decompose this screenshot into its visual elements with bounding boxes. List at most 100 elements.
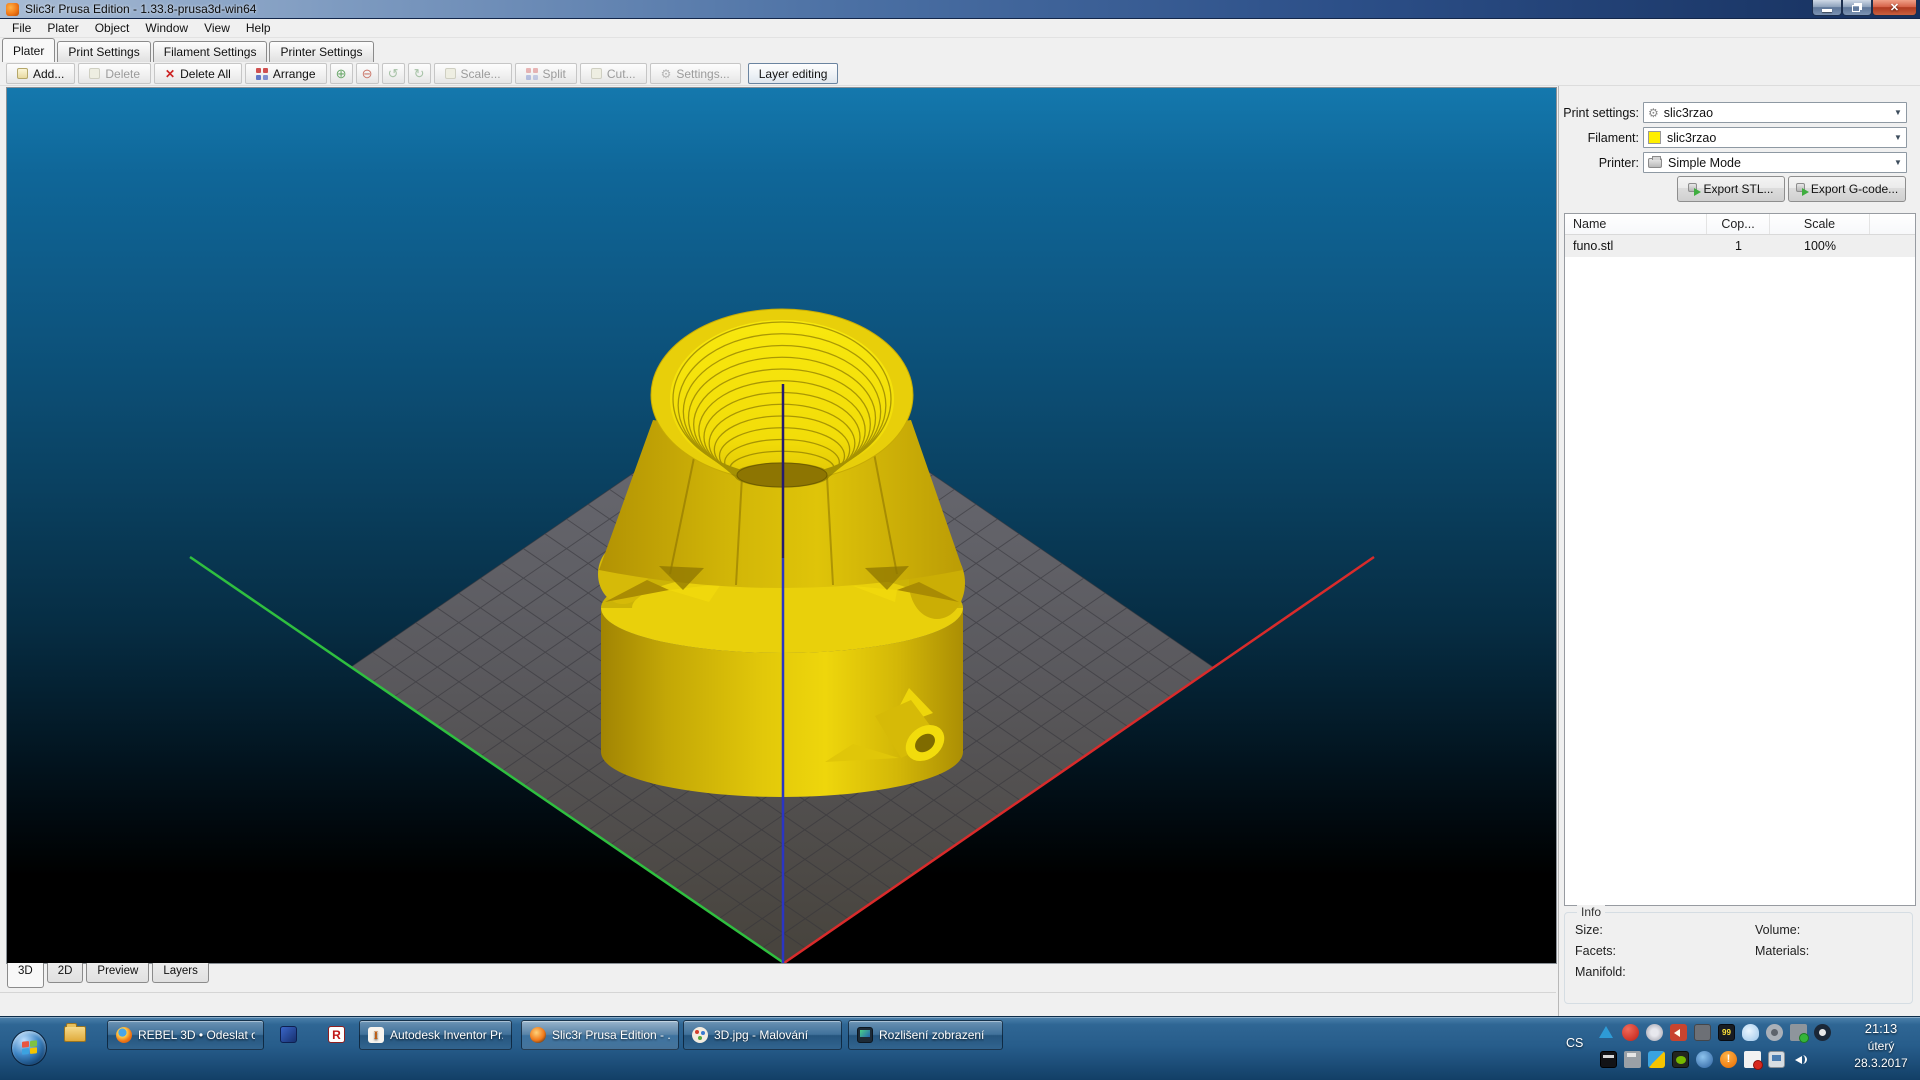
taskbar-button-slic3r[interactable]: Slic3r Prusa Edition - ... (521, 1020, 679, 1050)
network-icon[interactable] (1768, 1051, 1785, 1068)
clock-day: úterý (1846, 1039, 1916, 1053)
viewport-3d[interactable] (6, 87, 1557, 964)
split-button[interactable]: Split (515, 63, 577, 84)
main-tab-bar: Plater Print Settings Filament Settings … (2, 38, 1920, 62)
printer-icon (1648, 158, 1662, 168)
plater-toolbar: Add... Delete ✕ Delete All Arrange ⊕ ⊖ ↺… (0, 62, 1920, 86)
cut-button[interactable]: Cut... (580, 63, 647, 84)
language-indicator[interactable]: CS (1566, 1036, 1592, 1050)
antivirus-icon[interactable] (1622, 1024, 1639, 1041)
network-globe-icon[interactable] (1696, 1051, 1713, 1068)
menu-plater[interactable]: Plater (39, 19, 86, 37)
printer-select[interactable]: Simple Mode ▼ (1643, 152, 1907, 173)
warning-icon[interactable]: ! (1720, 1051, 1737, 1068)
plus-icon: ⊕ (336, 66, 347, 82)
keyboard-icon[interactable] (1600, 1051, 1617, 1068)
rotate-ccw-icon: ↺ (388, 66, 399, 82)
table-row[interactable]: funo.stl 1 100% (1565, 235, 1915, 257)
taskbar-clock[interactable]: 21:13 úterý 28.3.2017 (1846, 1021, 1916, 1070)
delete-icon (89, 68, 100, 79)
scale-icon (445, 68, 456, 79)
increase-copies-button[interactable]: ⊕ (330, 63, 353, 84)
windows-update-icon[interactable] (1648, 1051, 1665, 1068)
windows-taskbar: REBEL 3D • Odeslat o... R I Autodesk Inv… (0, 1016, 1920, 1080)
rotate-cw-button[interactable]: ↻ (408, 63, 431, 84)
column-scale: Scale (1770, 214, 1870, 234)
export-gcode-button[interactable]: Export G-code... (1788, 176, 1906, 202)
objects-table: Name Cop... Scale funo.stl 1 100% (1564, 213, 1916, 906)
arrange-button[interactable]: Arrange (245, 63, 327, 84)
window-title: Slic3r Prusa Edition - 1.33.8-prusa3d-wi… (25, 2, 256, 16)
audio-app-icon[interactable] (1670, 1024, 1687, 1041)
tab-printer-settings[interactable]: Printer Settings (269, 41, 373, 62)
menu-view[interactable]: View (196, 19, 238, 37)
start-button[interactable] (11, 1030, 47, 1066)
info-manifold-label: Manifold: (1575, 965, 1755, 979)
layer-editing-button[interactable]: Layer editing (748, 63, 839, 84)
printer-tray-icon[interactable] (1624, 1051, 1641, 1068)
viewport-tab-preview[interactable]: Preview (86, 963, 149, 983)
monitor-badge-icon[interactable]: 99 (1718, 1024, 1735, 1041)
status-bar (0, 992, 1556, 1016)
kmplayer-icon[interactable] (280, 1026, 297, 1043)
swirl-app-icon[interactable] (1646, 1024, 1663, 1041)
menu-object[interactable]: Object (87, 19, 138, 37)
slic3r-app-icon (6, 3, 19, 16)
settings-button[interactable]: ⚙ Settings... (650, 63, 741, 84)
media-player-icon[interactable] (1766, 1024, 1783, 1041)
tab-filament-settings[interactable]: Filament Settings (153, 41, 268, 62)
viewport-tab-2d[interactable]: 2D (47, 963, 84, 983)
action-center-flag-icon[interactable] (1744, 1051, 1761, 1068)
info-materials-label: Materials: (1755, 944, 1905, 958)
gear-icon: ⚙ (661, 67, 672, 81)
volume-icon[interactable] (1792, 1051, 1809, 1068)
steam-icon[interactable] (1814, 1024, 1831, 1041)
export-stl-button[interactable]: Export STL... (1677, 176, 1785, 202)
object-name: funo.stl (1565, 239, 1707, 253)
filament-label: Filament: (1559, 131, 1639, 145)
delete-button[interactable]: Delete (78, 63, 151, 84)
tab-print-settings[interactable]: Print Settings (57, 41, 150, 62)
chevron-down-icon: ▼ (1890, 108, 1906, 117)
taskbar-button-paint[interactable]: 3D.jpg - Malování (683, 1020, 842, 1050)
viewport-tab-layers[interactable]: Layers (152, 963, 209, 983)
explorer-icon[interactable] (64, 1026, 86, 1042)
viewport-tab-3d[interactable]: 3D (7, 963, 44, 988)
scene-3d (7, 88, 1556, 963)
minimize-button[interactable] (1812, 0, 1842, 16)
firefox-icon (116, 1027, 132, 1043)
chevron-down-icon: ▼ (1890, 158, 1906, 167)
utility-icon[interactable] (1694, 1024, 1711, 1041)
close-button[interactable]: ✕ (1872, 0, 1917, 16)
menu-window[interactable]: Window (137, 19, 196, 37)
rotate-cw-icon: ↻ (414, 66, 425, 82)
objects-table-header[interactable]: Name Cop... Scale (1565, 214, 1915, 235)
add-button[interactable]: Add... (6, 63, 75, 84)
tab-plater[interactable]: Plater (2, 38, 55, 62)
rotate-ccw-button[interactable]: ↺ (382, 63, 405, 84)
scale-button[interactable]: Scale... (434, 63, 512, 84)
column-copies: Cop... (1707, 214, 1770, 234)
filament-select[interactable]: slic3rzao ▼ (1643, 127, 1907, 148)
print-settings-select[interactable]: ⚙ slic3rzao ▼ (1643, 102, 1907, 123)
delete-all-button[interactable]: ✕ Delete All (154, 63, 242, 84)
r-app-icon[interactable]: R (328, 1026, 345, 1043)
chevron-down-icon: ▼ (1890, 133, 1906, 142)
tray-row-1: 99 (1598, 1024, 1831, 1041)
autodesk-icon[interactable] (1598, 1024, 1615, 1041)
title-bar[interactable]: Slic3r Prusa Edition - 1.33.8-prusa3d-wi… (0, 0, 1920, 19)
nvidia-icon[interactable] (1672, 1051, 1689, 1068)
clock-time: 21:13 (1846, 1021, 1916, 1036)
menu-help[interactable]: Help (238, 19, 279, 37)
menu-file[interactable]: File (4, 19, 39, 37)
cut-icon (591, 68, 602, 79)
decrease-copies-button[interactable]: ⊖ (356, 63, 379, 84)
onedrive-icon[interactable] (1742, 1024, 1759, 1041)
taskbar-button-rebel3d[interactable]: REBEL 3D • Odeslat o... (107, 1020, 264, 1050)
clock-date: 28.3.2017 (1846, 1056, 1916, 1070)
restore-button[interactable] (1842, 0, 1872, 16)
usb-safely-remove-icon[interactable] (1790, 1024, 1807, 1041)
menu-bar: File Plater Object Window View Help (0, 19, 1920, 38)
taskbar-button-display-settings[interactable]: Rozlišení zobrazení (848, 1020, 1003, 1050)
taskbar-button-inventor[interactable]: I Autodesk Inventor Pr... (359, 1020, 512, 1050)
